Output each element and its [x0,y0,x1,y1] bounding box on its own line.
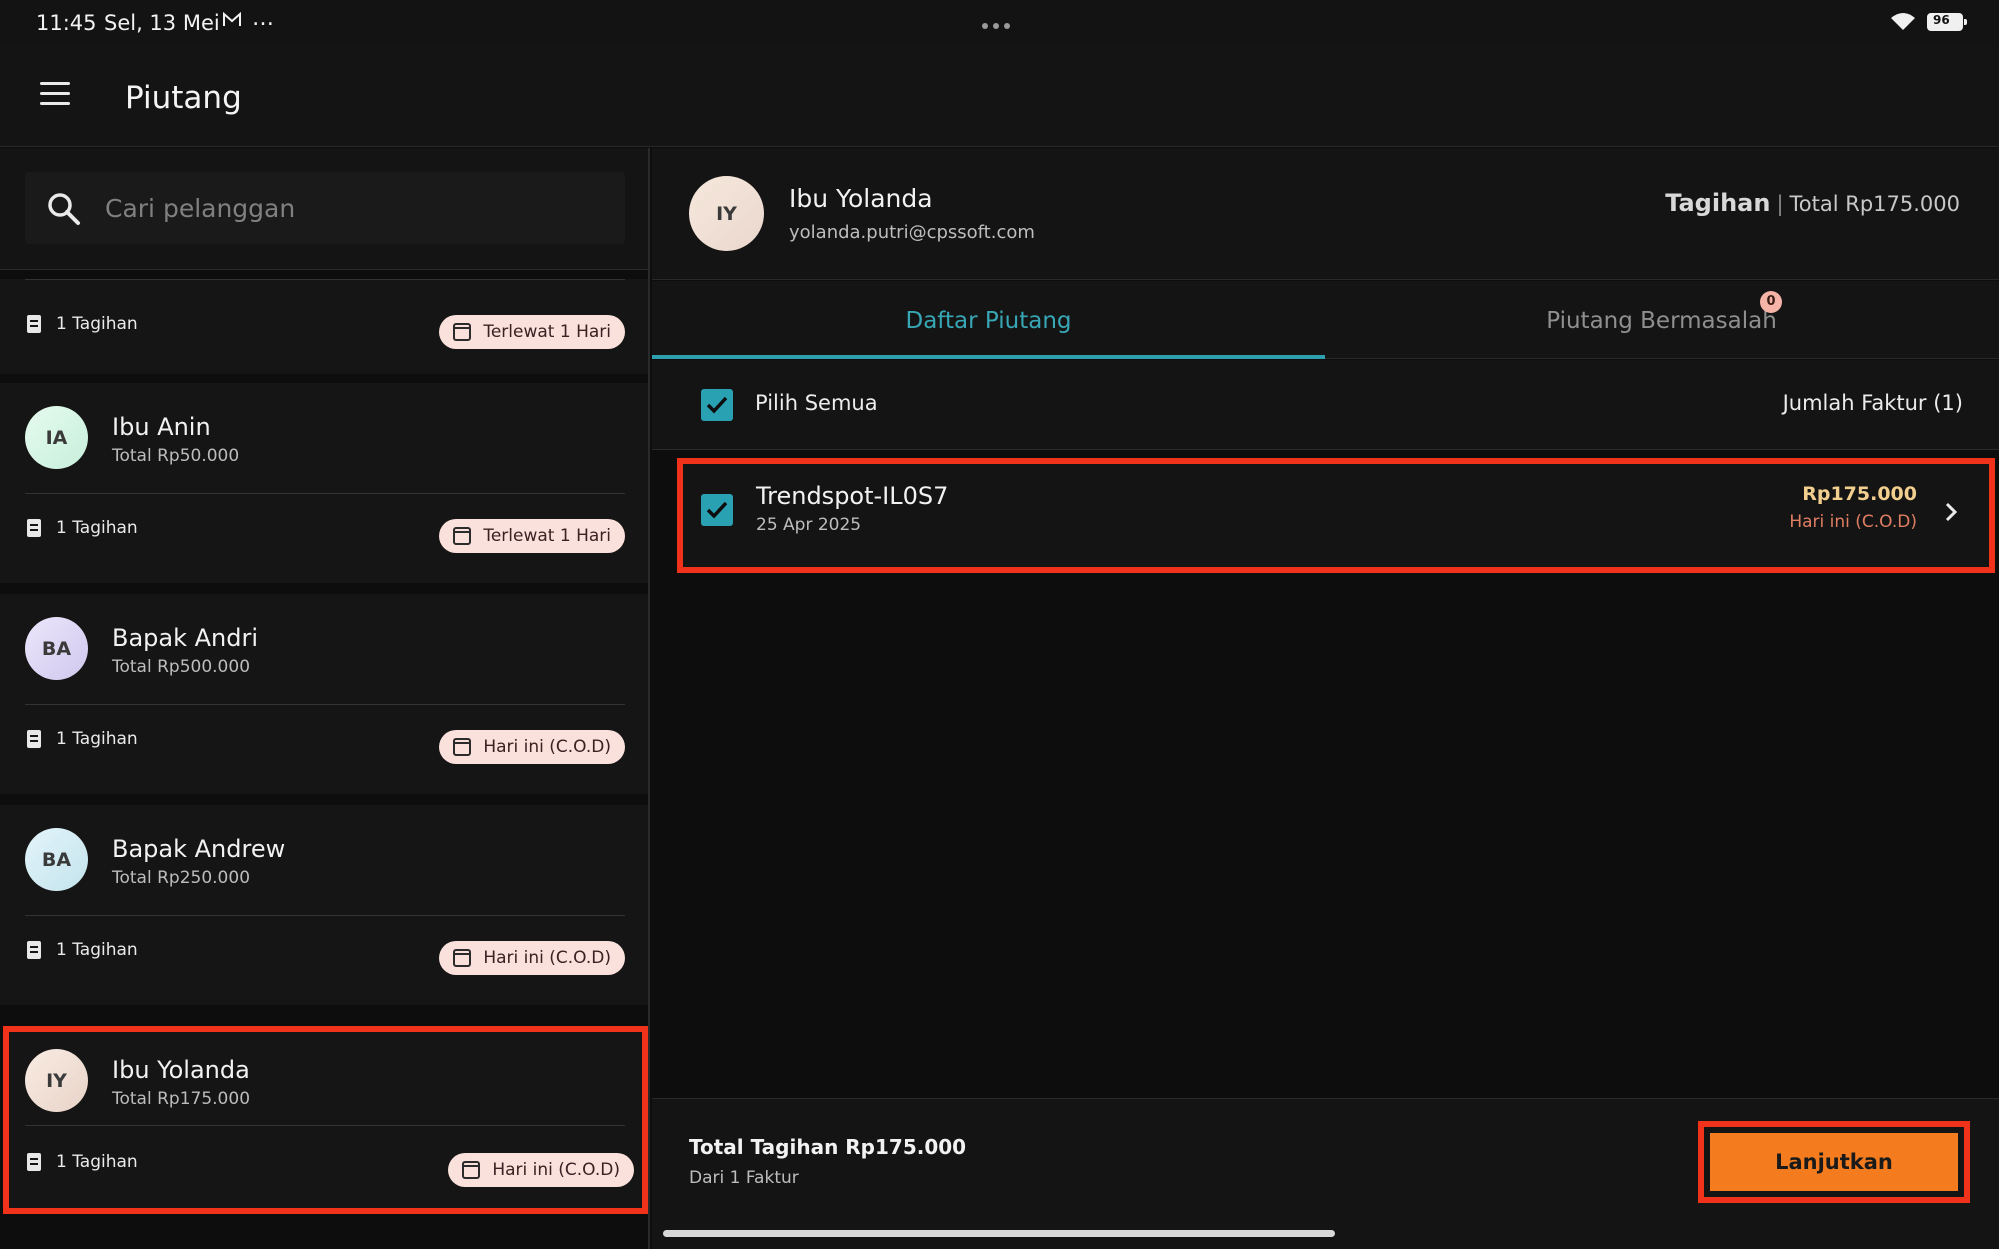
avatar: IY [25,1049,88,1112]
tab-daftar-piutang[interactable]: Daftar Piutang [652,281,1325,359]
avatar: BA [25,617,88,680]
invoice-count: 1 Tagihan [56,940,138,960]
customer-name: Ibu Yolanda [112,1056,250,1084]
page-title: Piutang [125,80,242,116]
search-box[interactable] [25,172,625,244]
footer-subtitle: Dari 1 Faktur [689,1168,799,1188]
invoice-summary-row: 1 Tagihan Hari ini (C.O.D) [0,917,648,987]
customer-name: Ibu Anin [112,413,211,441]
footer-total: Total Tagihan Rp175.000 [689,1135,967,1159]
calendar-icon [462,1161,481,1179]
customer-card[interactable]: IA Ibu Anin Total Rp50.000 1 Tagihan Ter… [0,383,648,583]
status-badge: Terlewat 1 Hari [439,519,625,553]
invoice-status: Hari ini (C.O.D) [1789,512,1917,532]
document-icon [27,1153,41,1171]
status-time: 11:45 [36,11,97,35]
avatar: BA [25,828,88,891]
invoice-item[interactable]: Trendspot-IL0S7 25 Apr 2025 Rp175.000 Ha… [677,458,1995,573]
app-bar: Piutang [0,46,1999,147]
calendar-icon [453,323,472,341]
customer-name: Bapak Andrew [112,835,286,863]
tab-bar: Daftar Piutang Piutang Bermasalah 0 [652,281,1999,359]
tagihan-total: Total Rp175.000 [1789,192,1960,216]
customer-header: IY Ibu Yolanda yolanda.putri@cpssoft.com… [652,148,1999,280]
invoice-amount: Rp175.000 [1802,483,1917,505]
invoice-date: 25 Apr 2025 [756,515,862,535]
calendar-icon [453,527,472,545]
customer-total: Total Rp500.000 [112,657,251,677]
invoice-summary-row: 1 Tagihan Terlewat 1 Hari [0,495,648,565]
customer-row: BA Bapak Andri Total Rp500.000 [0,594,648,700]
tagihan-label: Tagihan [1665,189,1771,217]
invoice-summary-row: 1 Tagihan Hari ini (C.O.D) [0,1129,648,1199]
customer-name: Ibu Yolanda [789,184,933,213]
invoice-count: 1 Tagihan [56,518,138,538]
continue-button[interactable]: Lanjutkan [1710,1133,1958,1191]
wifi-icon [1890,12,1916,36]
battery-level: 96 [1933,13,1950,27]
avatar: IA [25,406,88,469]
customer-row: BA Bapak Andrew Total Rp250.000 [0,805,648,911]
invoice-checkbox[interactable] [701,494,733,526]
customer-total: Total Rp175.000 [112,1089,251,1109]
hamburger-menu-icon[interactable] [40,82,72,108]
tab-piutang-bermasalah[interactable]: Piutang Bermasalah [1325,281,1998,359]
invoice-count: 1 Tagihan [56,1152,138,1172]
customer-card[interactable]: BA Bapak Andri Total Rp500.000 1 Tagihan… [0,594,648,794]
customer-email: yolanda.putri@cpssoft.com [789,222,1035,243]
status-bar: 11:45 Sel, 13 Mei … 96 [0,0,1999,46]
avatar: IY [689,176,764,251]
status-date: Sel, 13 Mei [104,11,220,35]
more-notifications-icon: … [252,6,275,31]
invoice-count: 1 Tagihan [56,314,138,334]
document-icon [27,941,41,959]
invoice-count: 1 Tagihan [56,729,138,749]
document-icon [27,315,41,333]
status-badge: Hari ini (C.O.D) [439,730,625,764]
status-badge: Hari ini (C.O.D) [448,1153,634,1187]
chevron-right-icon [1945,502,1958,522]
search-icon [48,193,80,225]
detail-panel: IY Ibu Yolanda yolanda.putri@cpssoft.com… [652,148,1999,1249]
multitask-dots-icon[interactable] [982,14,1018,29]
battery-icon: 96 [1927,13,1967,31]
invoice-name: Trendspot-IL0S7 [756,482,949,510]
invoice-count-total: Jumlah Faktur (1) [1782,391,1963,415]
invoice-summary-row: 1 Tagihan Terlewat 1 Hari [0,291,648,361]
home-indicator[interactable] [663,1230,1335,1237]
calendar-icon [453,738,472,756]
customer-list-panel: 1 Tagihan Terlewat 1 Hari IA Ibu Anin To… [0,148,650,1249]
customer-name: Bapak Andri [112,624,259,652]
continue-button-highlight: Lanjutkan [1698,1121,1970,1203]
document-icon [27,730,41,748]
document-icon [27,519,41,537]
customer-total: Total Rp250.000 [112,868,251,888]
calendar-icon [453,949,472,967]
mail-icon [222,11,242,33]
customer-row: IA Ibu Anin Total Rp50.000 [0,383,648,489]
select-all-label: Pilih Semua [755,391,878,415]
tagihan-summary: Tagihan | Total Rp175.000 [1665,189,1960,217]
customer-total: Total Rp50.000 [112,446,240,466]
search-input[interactable] [105,188,605,228]
search-bar [0,148,648,270]
invoice-summary-row: 1 Tagihan Hari ini (C.O.D) [0,706,648,776]
tab-count-badge: 0 [1760,291,1782,313]
customer-card[interactable]: BA Bapak Andrew Total Rp250.000 1 Tagiha… [0,805,648,1005]
status-badge: Hari ini (C.O.D) [439,941,625,975]
check-icon [706,396,728,414]
customer-card[interactable]: 1 Tagihan Terlewat 1 Hari [0,279,648,374]
footer-bar: Total Tagihan Rp175.000 Dari 1 Faktur La… [652,1098,1999,1249]
customer-row: IY Ibu Yolanda Total Rp175.000 [0,1026,648,1132]
customer-card-selected[interactable]: IY Ibu Yolanda Total Rp175.000 1 Tagihan… [3,1026,648,1214]
status-badge: Terlewat 1 Hari [439,315,625,349]
select-all-row: Pilih Semua Jumlah Faktur (1) [652,360,1999,450]
check-icon [706,501,728,519]
select-all-checkbox[interactable] [701,389,733,421]
